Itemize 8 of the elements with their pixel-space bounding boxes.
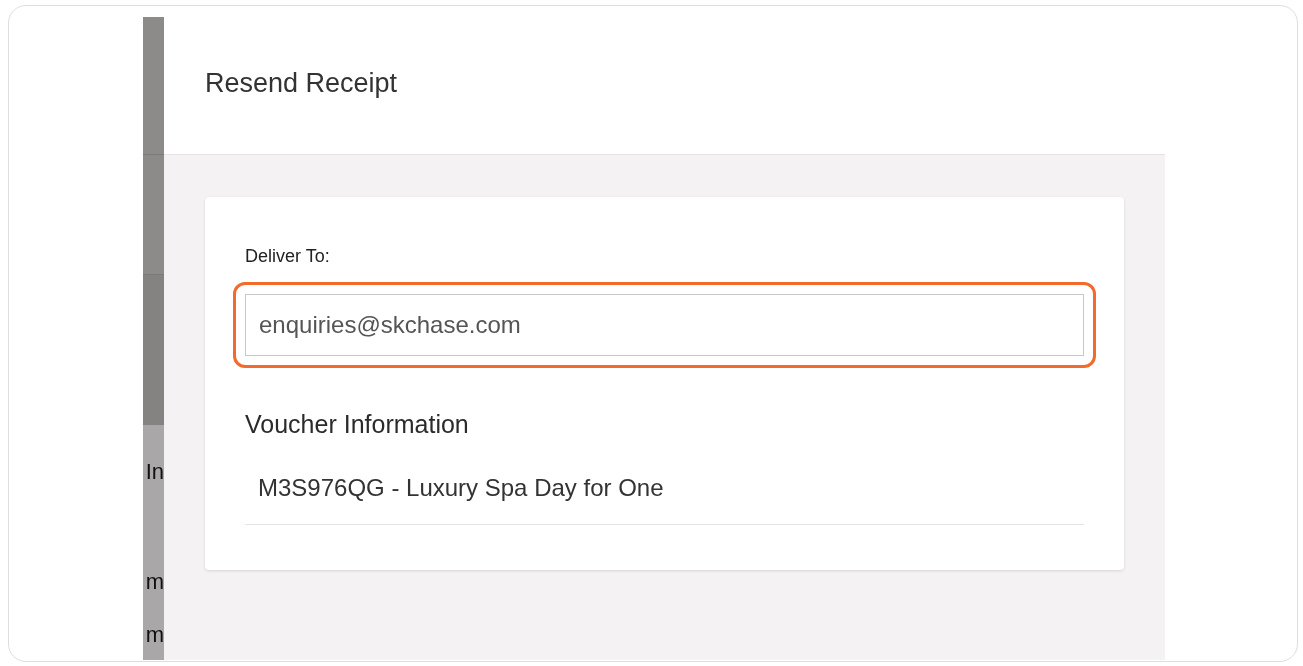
dialog-title: Resend Receipt: [205, 67, 398, 101]
section-heading: Voucher Information: [245, 409, 470, 440]
email-field[interactable]: enquiries@skchase.com: [245, 294, 1084, 356]
voucher-item: M3S976QG - Luxury Spa Day for One: [245, 469, 1084, 525]
field-label: Deliver To:: [245, 245, 331, 268]
background-text: m: [145, 621, 164, 649]
background-text: In: [145, 458, 164, 486]
background-text: m: [145, 568, 164, 596]
